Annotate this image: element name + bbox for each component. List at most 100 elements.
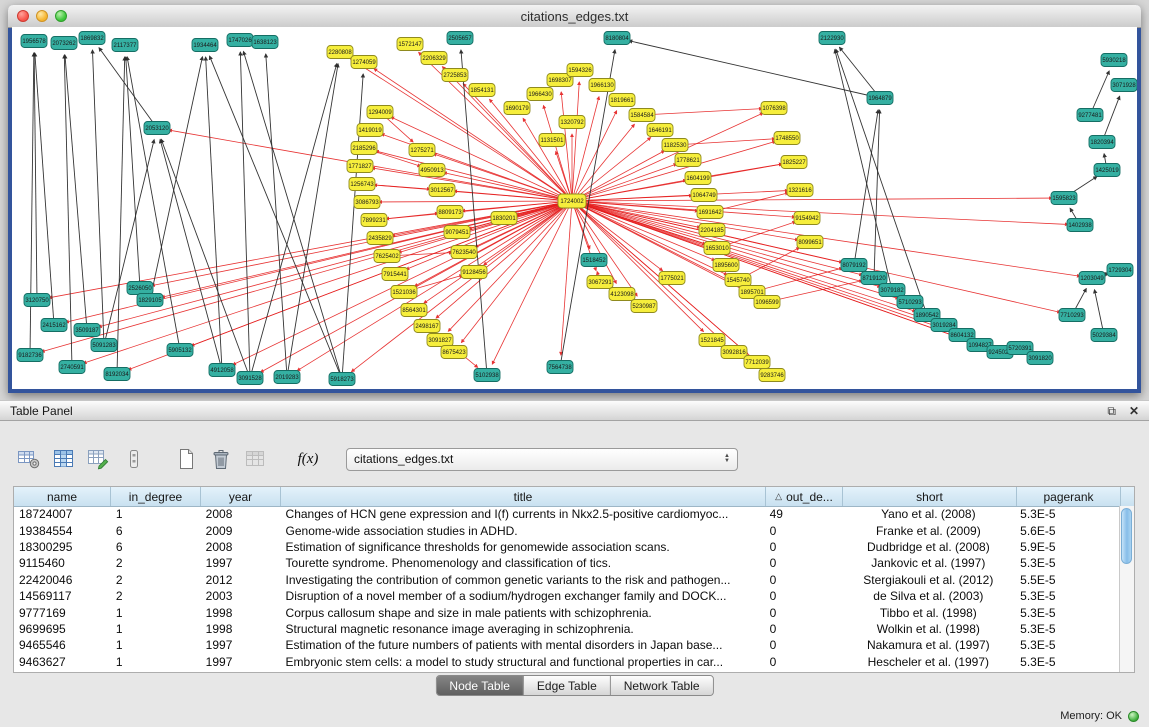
graph-node[interactable]: 1545740 xyxy=(725,274,751,287)
graph-edge[interactable] xyxy=(250,64,337,378)
graph-edge[interactable] xyxy=(240,52,250,378)
graph-node[interactable]: 1294009 xyxy=(367,106,393,119)
network-window-titlebar[interactable]: citations_edges.txt xyxy=(8,5,1141,28)
close-window-button[interactable] xyxy=(17,10,29,22)
graph-node[interactable]: 5091283 xyxy=(91,339,117,352)
graph-node[interactable]: 3091827 xyxy=(427,334,453,347)
graph-node[interactable]: 1521036 xyxy=(391,286,417,299)
graph-node[interactable]: 1203049 xyxy=(1079,272,1105,285)
import-table-icon[interactable] xyxy=(243,447,269,471)
table-row[interactable]: 969969511998Structural magnetic resonanc… xyxy=(14,621,1119,637)
graph-node[interactable]: 1653010 xyxy=(704,242,730,255)
graph-edge[interactable] xyxy=(854,110,878,265)
graph-node[interactable]: 2498167 xyxy=(414,320,440,333)
graph-edge[interactable] xyxy=(128,201,572,370)
graph-node[interactable]: 1638123 xyxy=(252,36,278,49)
graph-edge[interactable] xyxy=(342,74,363,379)
show-columns-icon[interactable] xyxy=(51,447,77,471)
graph-node[interactable]: 1747026 xyxy=(227,34,253,47)
graph-node[interactable]: 1096599 xyxy=(754,296,780,309)
graph-node[interactable]: 8564301 xyxy=(401,304,427,317)
graph-edge[interactable] xyxy=(210,56,342,379)
graph-node[interactable]: 1869832 xyxy=(79,32,105,45)
graph-node[interactable]: 3067291 xyxy=(587,276,613,289)
graph-node[interactable]: 1854131 xyxy=(469,84,495,97)
graph-node[interactable]: 5102938 xyxy=(474,369,500,382)
graph-node[interactable]: 2435829 xyxy=(367,232,393,245)
graph-node[interactable]: 1966130 xyxy=(589,79,615,92)
create-table-icon[interactable] xyxy=(173,447,199,471)
graph-node[interactable]: 1748550 xyxy=(774,132,800,145)
graph-node[interactable]: 5230987 xyxy=(631,300,657,313)
graph-node[interactable]: 3012567 xyxy=(429,184,455,197)
edit-columns-icon[interactable] xyxy=(86,447,112,471)
minimize-window-button[interactable] xyxy=(36,10,48,22)
graph-node[interactable]: 8079192 xyxy=(841,259,867,272)
graph-node[interactable]: 3091528 xyxy=(237,372,263,385)
graph-node[interactable]: 2505657 xyxy=(447,32,473,45)
graph-node[interactable]: 1729304 xyxy=(1107,264,1133,277)
graph-node[interactable]: 1604199 xyxy=(685,172,711,185)
graph-node[interactable]: 1819661 xyxy=(609,94,635,107)
graph-node[interactable]: 1964879 xyxy=(867,92,893,105)
graph-node[interactable]: 7623540 xyxy=(451,246,477,259)
graph-node[interactable]: 3086793 xyxy=(354,196,380,209)
graph-node[interactable]: 1402938 xyxy=(1067,219,1093,232)
table-options-icon[interactable] xyxy=(16,447,42,471)
column-header-title[interactable]: title xyxy=(281,487,766,506)
function-builder-icon[interactable]: f(x) xyxy=(295,447,321,471)
graph-node[interactable]: 1275271 xyxy=(409,144,435,157)
graph-edge[interactable] xyxy=(379,201,572,202)
graph-node[interactable]: 8180804 xyxy=(604,32,630,45)
graph-node[interactable]: 1820394 xyxy=(1089,136,1115,149)
graph-node[interactable]: 1320792 xyxy=(559,116,585,129)
graph-node[interactable]: 4912058 xyxy=(209,364,235,377)
graph-edge[interactable] xyxy=(484,201,572,265)
graph-node[interactable]: 1829105 xyxy=(137,294,163,307)
graph-node[interactable]: 3120750 xyxy=(24,294,50,307)
graph-edge[interactable] xyxy=(572,191,788,201)
graph-node[interactable]: 2740591 xyxy=(59,361,85,374)
graph-node[interactable]: 8719120 xyxy=(861,272,887,285)
graph-node[interactable]: 1274059 xyxy=(351,56,377,69)
graph-node[interactable]: 1825227 xyxy=(781,156,807,169)
graph-edge[interactable] xyxy=(642,109,762,115)
scrollbar-thumb[interactable] xyxy=(1121,508,1132,564)
graph-node[interactable]: 1425019 xyxy=(1094,164,1120,177)
graph-node[interactable]: 2206329 xyxy=(421,52,447,65)
graph-node[interactable]: 1778621 xyxy=(675,154,701,167)
table-vertical-scrollbar[interactable] xyxy=(1119,506,1134,672)
graph-edge[interactable] xyxy=(150,57,202,300)
graph-edge[interactable] xyxy=(376,151,572,201)
graph-edge[interactable] xyxy=(161,139,250,378)
graph-node[interactable]: 1895600 xyxy=(713,259,739,272)
graph-node[interactable]: 7564738 xyxy=(547,361,573,374)
tab-network-table[interactable]: Network Table xyxy=(611,676,713,695)
graph-node[interactable]: 4950913 xyxy=(419,164,445,177)
graph-node[interactable]: 1691642 xyxy=(697,206,723,219)
graph-node[interactable]: 1934464 xyxy=(192,39,218,52)
column-header-short[interactable]: short xyxy=(843,487,1017,506)
graph-node[interactable]: 7625402 xyxy=(374,250,400,263)
graph-edge[interactable] xyxy=(206,57,222,370)
zoom-window-button[interactable] xyxy=(55,10,67,22)
graph-edge[interactable] xyxy=(572,201,798,240)
column-header-in-degree[interactable]: in_degree xyxy=(111,487,201,506)
graph-edge[interactable] xyxy=(65,55,87,330)
graph-node[interactable]: 1775021 xyxy=(659,272,685,285)
graph-node[interactable]: 3091820 xyxy=(1027,352,1053,365)
table-selector-dropdown[interactable]: citations_edges.txt ▲▼ xyxy=(346,448,738,471)
graph-node[interactable]: 2185296 xyxy=(351,142,377,155)
graph-node[interactable]: 8192034 xyxy=(104,368,130,381)
table-row[interactable]: 1938455462009Genome-wide association stu… xyxy=(14,522,1119,538)
graph-edge[interactable] xyxy=(572,97,599,201)
graph-hub-node[interactable]: 1724002 xyxy=(558,194,586,208)
float-panel-icon[interactable]: ⧉ xyxy=(1107,405,1116,417)
graph-node[interactable]: 3079182 xyxy=(879,284,905,297)
graph-node[interactable]: 9182736 xyxy=(17,349,43,362)
graph-edge[interactable] xyxy=(92,50,104,345)
network-canvas[interactable]: 1724002195657820732621869832211737719344… xyxy=(12,27,1137,389)
graph-node[interactable]: 2122930 xyxy=(819,32,845,45)
column-header-out-de[interactable]: △out_de... xyxy=(766,487,843,506)
column-header-year[interactable]: year xyxy=(201,487,281,506)
